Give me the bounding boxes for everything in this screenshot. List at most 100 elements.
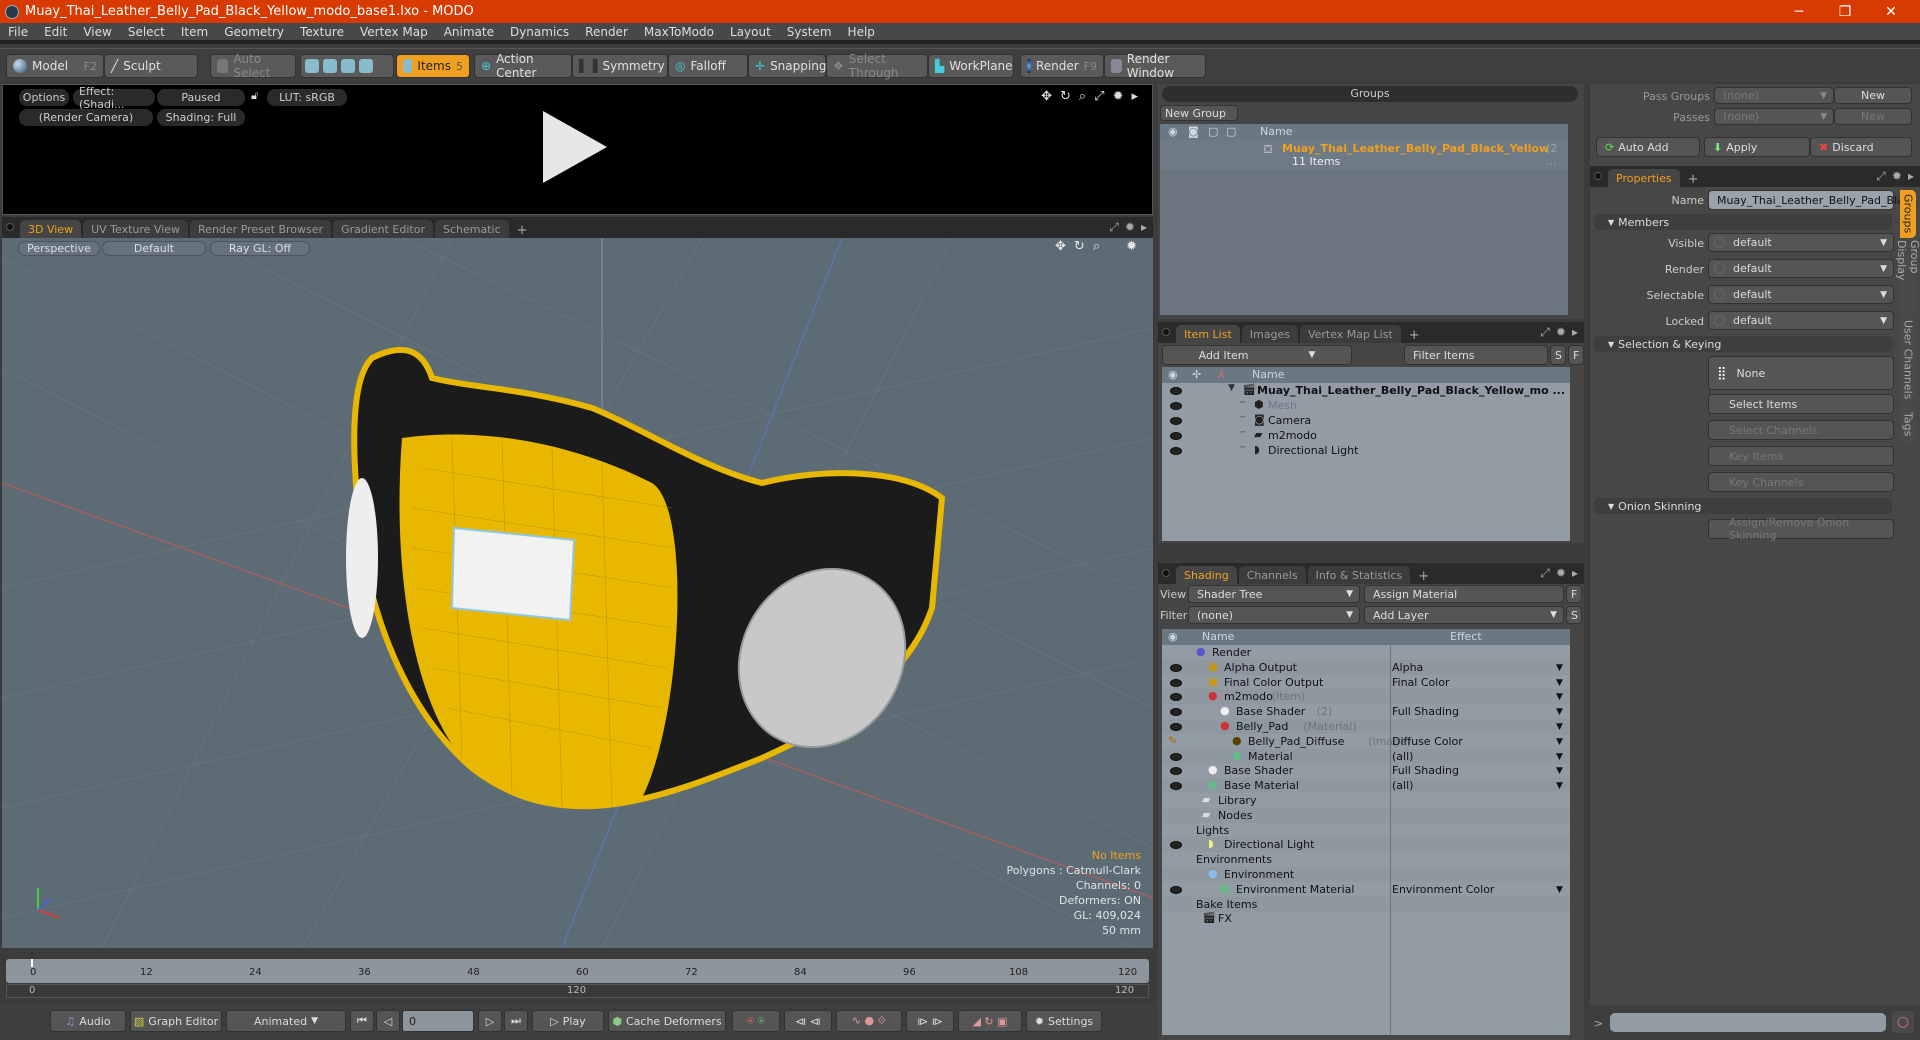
chevron-down-icon[interactable]: ▼ [1556,722,1563,732]
shader-effect[interactable]: (all) [1392,779,1413,792]
menu-layout[interactable]: Layout [722,25,779,39]
chevron-down-icon[interactable]: ▼ [1556,737,1563,747]
preview-shading-dropdown[interactable]: Shading: Full [157,109,245,126]
menu-view[interactable]: View [75,25,119,39]
shading-s-button[interactable]: S [1566,606,1582,624]
shader-effect[interactable]: Full Shading [1392,705,1459,718]
expand-arrow-icon[interactable]: ▸ [1131,89,1138,104]
menu-maxtomodo[interactable]: MaxToModo [636,25,722,39]
shader-effect[interactable]: Final Color [1392,676,1450,689]
add-tab-icon[interactable]: + [511,223,534,238]
tab-vertex-map-list[interactable]: Vertex Map List [1299,325,1401,343]
visibility-eye-icon[interactable] [1170,767,1182,776]
edges-mode-icon[interactable] [323,59,337,73]
maximize-button[interactable]: ❐ [1822,0,1868,23]
select-channels-button[interactable]: Select Channels [1708,420,1894,440]
menu-select[interactable]: Select [120,25,173,39]
animated-dropdown[interactable]: Animated ▼ [226,1010,346,1032]
go-end-button[interactable]: ⏭ [504,1010,528,1032]
itemlist-s-button[interactable]: S [1550,345,1566,365]
new-pass-group-button[interactable]: New [1834,87,1912,104]
chevron-down-icon[interactable]: ▼ [1556,766,1563,776]
gear-icon[interactable]: ✹ [1113,89,1124,104]
zoom-icon[interactable]: ⌕ [1079,89,1086,104]
visibility-eye-icon[interactable] [1170,387,1182,395]
shader-tree-row[interactable]: ● Render [1162,645,1570,660]
shader-tree-row[interactable]: ● Base Material (all) ▼ [1162,778,1570,794]
shader-effect[interactable]: (all) [1392,750,1413,763]
shader-effect[interactable]: Diffuse Color [1392,735,1463,748]
zoom-icon[interactable]: ⌕ [1093,239,1100,254]
chevron-down-icon[interactable]: ▼ [1556,692,1563,702]
filter-items-input[interactable]: Filter Items [1404,345,1548,365]
menu-render[interactable]: Render [577,25,636,39]
shader-effect[interactable]: Environment Color [1392,883,1494,896]
maximize-icon[interactable]: ⤢ [1876,169,1886,184]
chevron-down-icon[interactable]: ▼ [1556,885,1563,895]
shader-tree-row[interactable]: ● Environment Material Environment Color ▼ [1162,882,1570,897]
tab-uv-texture-view[interactable]: UV Texture View [83,220,189,238]
keying-buttons[interactable]: ∿ ● ⟐ [836,1010,902,1032]
expand-arrow-icon[interactable]: ▸ [1572,325,1578,340]
auto-add-button[interactable]: ⟳ Auto Add [1596,137,1700,157]
shader-tree-row[interactable]: Environments [1162,852,1570,867]
passes-dropdown[interactable]: (none) ▼ [1714,108,1834,125]
add-tab-icon[interactable]: + [1682,172,1705,187]
tab-render-preset-browser[interactable]: Render Preset Browser [190,220,332,238]
visibility-eye-icon[interactable] [1170,782,1182,791]
gear-icon[interactable]: ✹ [1125,220,1135,235]
shader-tree-row[interactable]: ◗ Directional Light [1162,837,1570,853]
add-tab-icon[interactable]: + [1403,328,1426,343]
record-icon[interactable]: ○ [1892,1011,1914,1033]
visibility-eye-icon[interactable] [1170,678,1182,687]
ray-gl-toggle[interactable]: Ray GL: Off [210,241,310,256]
paint-brush-icon[interactable]: ✎ [1168,734,1177,747]
select-items-button[interactable]: Select Items [1708,394,1894,414]
new-group-button[interactable]: New Group [1160,105,1238,121]
shader-tree-row[interactable]: ▣ Final Color Output Final Color ▼ [1162,675,1570,690]
unlock-icon[interactable]: 🔓︎ [251,89,258,103]
render-window-button[interactable]: Render Window [1104,52,1206,80]
visibility-eye-icon[interactable] [1170,723,1182,731]
assign-material-button[interactable]: Assign Material [1364,585,1564,603]
visibility-eye-icon[interactable] [1170,693,1182,702]
shading-f-button[interactable]: F [1566,585,1582,603]
group-row[interactable]: ⛋ Muay_Thai_Leather_Belly_Pad_Black_Yell… [1160,140,1568,170]
side-tab-user-channels[interactable]: User Channels [1900,318,1916,402]
sculpt-mode-button[interactable]: ╱ Sculpt [104,54,198,78]
pan-icon[interactable]: ✥ [1041,89,1052,104]
chevron-down-icon[interactable]: ▼ [1556,707,1563,717]
selectable-dropdown[interactable]: default ▼ [1708,285,1894,304]
auto-select-button[interactable]: Auto Select [210,52,296,80]
gear-icon[interactable]: ✹ [1556,325,1566,340]
new-pass-button[interactable]: New [1834,108,1912,125]
expand-arrow-icon[interactable]: ▸ [1572,566,1578,581]
members-section[interactable]: ▼ Members [1594,214,1892,230]
maximize-icon[interactable]: ⤢ [1540,566,1550,581]
expand-arrow-icon[interactable]: ▸ [1908,169,1914,184]
preview-lut-dropdown[interactable]: LUT: sRGB [267,89,347,106]
menu-geometry[interactable]: Geometry [216,25,292,39]
tab-properties[interactable]: Properties [1608,169,1680,187]
minimize-button[interactable]: ─ [1776,0,1822,23]
symmetry-button[interactable]: ▌▐ Symmetry [572,54,668,78]
visibility-eye-icon[interactable] [1170,708,1182,717]
menu-animate[interactable]: Animate [436,25,502,39]
shader-tree-row[interactable]: ● Belly_Pad (Material) ▼ [1162,719,1570,734]
expand-arrow-icon[interactable]: ▸ [1141,220,1147,235]
onion-skinning-button[interactable]: Assign/Remove Onion Skinning [1708,516,1894,542]
visible-dropdown[interactable]: default ▼ [1708,233,1894,252]
menu-vertex-map[interactable]: Vertex Map [352,25,436,39]
shader-tree-row[interactable]: ▰ Library [1162,793,1570,808]
3d-viewport[interactable]: Perspective Default Ray GL: Off ✥ ↻ ⌕ ✹ … [2,238,1153,948]
maximize-icon[interactable]: ⤢ [1540,325,1550,340]
side-tab-groups[interactable]: Groups [1900,190,1916,238]
materials-mode-icon[interactable] [359,59,373,73]
shader-tree-row[interactable]: Bake Items [1162,896,1570,912]
menu-help[interactable]: Help [840,25,883,39]
chevron-down-icon[interactable]: ▼ [1556,663,1563,673]
next-key-button[interactable]: ▷ [478,1010,502,1032]
render-dropdown[interactable]: default ▼ [1708,259,1894,278]
polygons-mode-icon[interactable] [341,59,355,73]
prev-key-button[interactable]: ◁ [376,1010,400,1032]
